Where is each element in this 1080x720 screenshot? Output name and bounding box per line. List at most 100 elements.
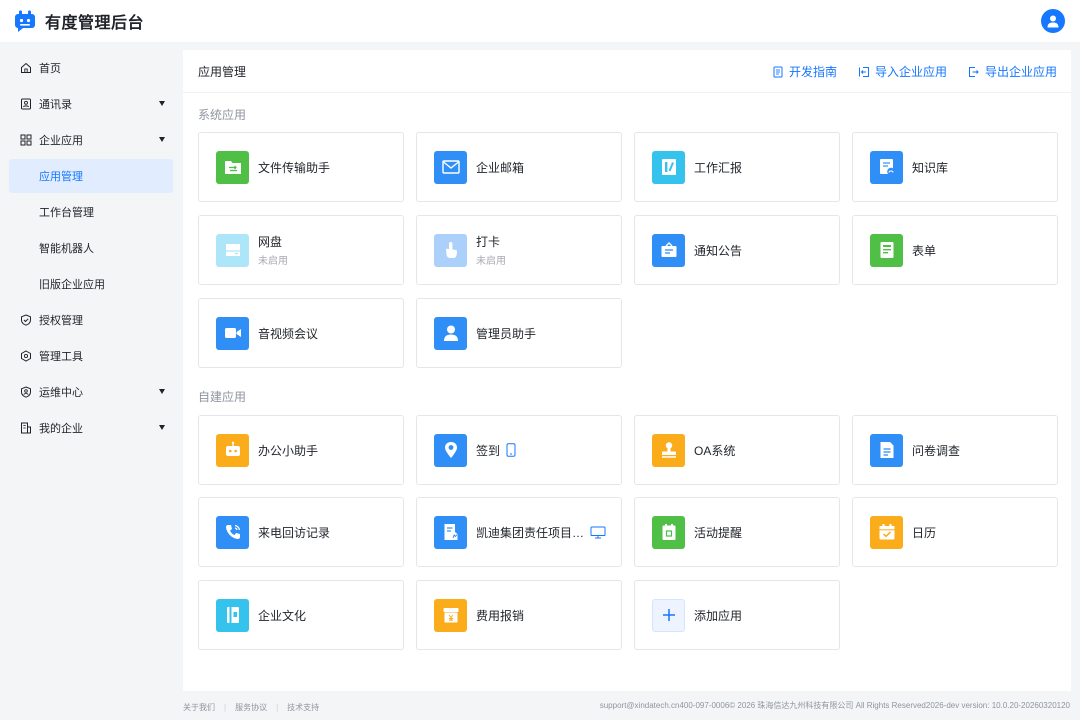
culture-book-icon [216,598,249,632]
footer-separator: | [276,702,279,712]
app-logo-icon [14,10,36,32]
chevron-down-icon[interactable] [159,101,165,106]
sidebar-item-my-enterprise[interactable]: 我的企业 [0,410,182,446]
user-avatar[interactable] [1041,9,1065,33]
form-icon [870,233,903,267]
main-panel: 应用管理 开发指南 导入企业应用 导出企业应用 系统应用 文件传输助手 企业邮箱… [183,50,1071,691]
app-card-knowledge-base[interactable]: 知识库 [852,132,1058,202]
app-card-check-in[interactable]: 签到 [416,415,622,485]
import-app-label: 导入企业应用 [874,65,947,79]
app-name: 办公小助手 [258,443,319,458]
footer-separator: | [224,702,227,712]
app-card-kaidi-project[interactable]: 凯迪集团责任项目… [416,497,622,567]
page-title: 应用管理 [198,64,247,79]
app-name: 工作汇报 [694,160,743,175]
sidebar-item-label: 我的企业 [39,423,83,435]
app-card-calendar[interactable]: 日历 [852,497,1058,567]
app-name: 问卷调查 [912,443,961,458]
app-name: 知识库 [912,160,949,175]
app-card-office-assistant[interactable]: 办公小助手 [198,415,404,485]
app-card-expense-reimbursement[interactable]: 费用报销 [416,580,622,650]
apps-grid-icon [20,134,32,146]
footer-about-link[interactable]: 关于我们 [183,702,215,713]
app-name: 来电回访记录 [258,525,331,540]
announcement-icon [652,233,685,267]
footer-copyright: support@xindatech.cn400-097-0006© 2026 珠… [599,701,1070,710]
app-card-enterprise-culture[interactable]: 企业文化 [198,580,404,650]
app-name: 添加应用 [694,608,743,623]
shield-check-icon [20,314,32,326]
sidebar-item-label: 智能机器人 [39,243,94,255]
footer-support-link[interactable]: 技术支持 [287,702,319,713]
sidebar-item-authorization[interactable]: 授权管理 [0,302,182,338]
app-name: 通知公告 [694,243,743,258]
document-icon [773,66,783,77]
sidebar-item-management-tools[interactable]: 管理工具 [0,338,182,374]
robot-icon [216,433,249,467]
expense-icon [434,598,467,632]
punch-in-icon [434,233,467,267]
chevron-down-icon[interactable] [159,389,165,394]
app-card-punch-in[interactable]: 打卡 未启用 [416,215,622,285]
app-name: 企业邮箱 [476,160,525,175]
dev-guide-link[interactable]: 开发指南 [772,63,837,80]
custom-apps-section-label: 自建应用 [198,390,247,404]
main-header: 应用管理 开发指南 导入企业应用 导出企业应用 [183,50,1071,93]
sidebar: 首页 通讯录 企业应用 应用管理 工作台管理 智能机器人 旧版企业应用 授权管理… [0,42,182,720]
knowledge-base-icon [870,150,903,184]
footer-terms-link[interactable]: 服务协议 [235,702,267,713]
app-name: 活动提醒 [694,525,743,540]
mail-icon [434,150,467,184]
report-icon [652,150,685,184]
sidebar-item-smart-robot[interactable]: 智能机器人 [0,230,182,266]
sidebar-item-app-management[interactable]: 应用管理 [9,159,173,193]
phone-call-icon [216,515,249,549]
sidebar-item-legacy-apps[interactable]: 旧版企业应用 [0,266,182,302]
app-name: 凯迪集团责任项目… [476,525,585,540]
chevron-down-icon[interactable] [159,425,165,430]
app-card-admin-assistant[interactable]: 管理员助手 [416,298,622,368]
app-card-video-meeting[interactable]: 音视频会议 [198,298,404,368]
mobile-icon [506,443,516,457]
app-card-activity-reminder[interactable]: 活动提醒 [634,497,840,567]
import-app-link[interactable]: 导入企业应用 [858,63,947,80]
app-name: OA系统 [694,443,736,458]
app-card-cloud-disk[interactable]: 网盘 未启用 [198,215,404,285]
chevron-down-icon[interactable] [159,137,165,142]
app-card-callback-records[interactable]: 来电回访记录 [198,497,404,567]
export-icon [968,66,979,77]
app-title: 有度管理后台 [45,15,145,32]
app-card-work-report[interactable]: 工作汇报 [634,132,840,202]
app-card-announcement[interactable]: 通知公告 [634,215,840,285]
app-name: 费用报销 [476,608,525,623]
sidebar-item-label: 通讯录 [39,99,72,111]
sidebar-item-enterprise-apps[interactable]: 企业应用 [0,122,182,158]
sidebar-item-label: 授权管理 [39,315,83,327]
app-card-enterprise-mail[interactable]: 企业邮箱 [416,132,622,202]
app-status: 未启用 [258,256,288,267]
user-shield-icon [20,386,32,398]
add-app-button[interactable]: 添加应用 [634,580,840,650]
app-card-survey[interactable]: 问卷调查 [852,415,1058,485]
sidebar-item-label: 工作台管理 [39,207,94,219]
cloud-disk-icon [216,233,249,267]
sidebar-item-home[interactable]: 首页 [0,50,182,86]
app-status: 未启用 [476,256,506,267]
desktop-icon [590,526,606,539]
sidebar-item-contacts[interactable]: 通讯录 [0,86,182,122]
app-name: 网盘 [258,235,283,249]
system-apps-section-label: 系统应用 [198,108,247,122]
sidebar-item-label: 首页 [39,63,61,75]
sidebar-item-label: 管理工具 [39,351,83,363]
app-card-file-transfer[interactable]: 文件传输助手 [198,132,404,202]
export-app-label: 导出企业应用 [984,65,1057,79]
video-meeting-icon [216,316,249,350]
app-card-form[interactable]: 表单 [852,215,1058,285]
sidebar-item-workbench-management[interactable]: 工作台管理 [0,194,182,230]
app-name: 签到 [476,443,501,458]
app-card-oa-system[interactable]: OA系统 [634,415,840,485]
sidebar-item-ops-center[interactable]: 运维中心 [0,374,182,410]
app-name: 企业文化 [258,608,307,623]
export-app-link[interactable]: 导出企业应用 [968,63,1057,80]
dev-guide-label: 开发指南 [788,65,837,79]
